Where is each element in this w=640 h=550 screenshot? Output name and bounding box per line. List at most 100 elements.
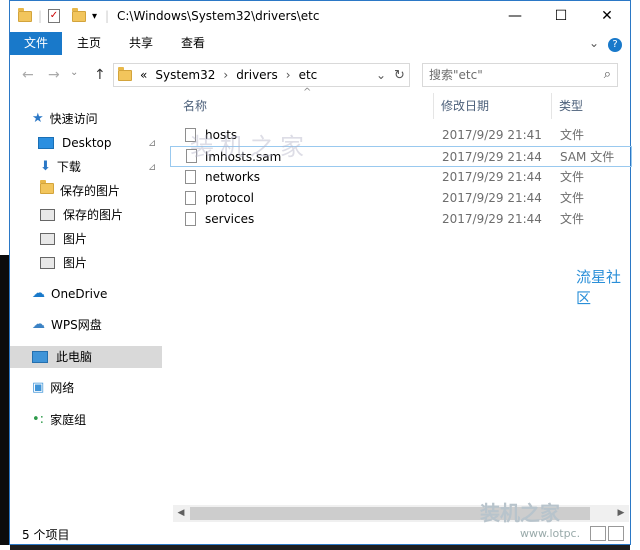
pin-icon[interactable]: ⊿ bbox=[148, 162, 156, 173]
tab-file[interactable]: 文件 bbox=[10, 32, 62, 55]
sort-indicator-icon: ^ bbox=[303, 87, 312, 98]
search-input[interactable]: 搜索"etc" ⌕ bbox=[422, 63, 618, 87]
navigation-pane: ★ 快速访问 Desktop ⊿ ⬇ 下载 ⊿ 保存的图片 保存的图片 图片 图片 … bbox=[10, 93, 162, 511]
minimize-button[interactable]: — bbox=[492, 1, 538, 32]
cloud-icon: ☁ bbox=[32, 286, 45, 301]
pin-icon[interactable]: ⊿ bbox=[148, 138, 156, 149]
homegroup-icon: •: bbox=[32, 412, 45, 427]
ribbon-expand-icon[interactable]: ⌄ bbox=[586, 32, 602, 55]
breadcrumb-overflow[interactable]: « bbox=[140, 68, 147, 82]
address-bar[interactable]: « System32 › drivers › etc ⌄ ↻ bbox=[113, 63, 410, 87]
details-view-icon[interactable] bbox=[590, 526, 606, 541]
file-date: 2017/9/29 21:44 bbox=[442, 212, 542, 226]
file-row[interactable]: services 2017/9/29 21:44 文件 bbox=[170, 209, 632, 230]
file-name: services bbox=[205, 212, 255, 226]
computer-icon bbox=[32, 351, 48, 363]
background-right-edge bbox=[630, 0, 640, 550]
file-type: 文件 bbox=[560, 191, 585, 205]
window-title: C:\Windows\System32\drivers\etc bbox=[117, 9, 320, 23]
maximize-button[interactable]: ☐ bbox=[538, 1, 584, 32]
image-folder-icon bbox=[40, 257, 55, 269]
sidebar-item-pictures[interactable]: 图片 bbox=[40, 228, 87, 250]
file-type: SAM 文件 bbox=[560, 150, 615, 164]
horizontal-scrollbar[interactable]: ◀ ▶ bbox=[173, 505, 629, 522]
file-icon bbox=[185, 170, 196, 184]
new-folder-icon[interactable] bbox=[72, 7, 86, 24]
search-icon[interactable]: ⌕ bbox=[604, 64, 611, 86]
file-date: 2017/9/29 21:44 bbox=[442, 191, 542, 205]
toolbar-divider: | bbox=[38, 9, 43, 23]
sidebar-item-saved-pictures[interactable]: 保存的图片 bbox=[40, 180, 120, 202]
forward-arrow-icon[interactable]: → bbox=[48, 67, 60, 83]
item-count: 5 个项目 bbox=[22, 528, 70, 542]
ribbon-tabs: 文件 主页 共享 查看 ⌄ ? bbox=[10, 32, 630, 55]
file-date: 2017/9/29 21:41 bbox=[442, 128, 542, 142]
file-type: 文件 bbox=[560, 212, 585, 226]
sidebar-item-pictures-2[interactable]: 图片 bbox=[40, 252, 87, 274]
file-type: 文件 bbox=[560, 170, 585, 184]
file-date: 2017/9/29 21:44 bbox=[442, 170, 542, 184]
title-bar: | ✓ ▾ | C:\Windows\System32\drivers\etc … bbox=[10, 1, 630, 32]
sidebar-item-wps-drive[interactable]: ☁ WPS网盘 bbox=[32, 314, 102, 336]
watermark: 装机之家 bbox=[190, 133, 310, 161]
column-divider[interactable] bbox=[551, 93, 552, 119]
properties-icon[interactable]: ✓ bbox=[48, 8, 60, 24]
sidebar-item-downloads[interactable]: ⬇ 下载 bbox=[40, 156, 81, 178]
toolbar-divider: | bbox=[105, 9, 110, 23]
file-name: networks bbox=[205, 170, 260, 184]
customize-quick-access-icon[interactable]: ▾ bbox=[92, 8, 97, 24]
breadcrumb-separator[interactable]: › bbox=[286, 68, 291, 82]
recent-locations-icon[interactable]: ⌄ bbox=[70, 67, 78, 78]
sidebar-item-saved-pictures-2[interactable]: 保存的图片 bbox=[40, 204, 123, 226]
search-placeholder: 搜索"etc" bbox=[429, 68, 483, 82]
address-dropdown-icon[interactable]: ⌄ bbox=[376, 68, 386, 82]
sidebar-item-network[interactable]: ▣ 网络 bbox=[32, 377, 74, 399]
desktop-icon bbox=[38, 137, 54, 149]
file-icon bbox=[185, 191, 196, 205]
back-arrow-icon[interactable]: ← bbox=[22, 67, 34, 83]
watermark: 流星社区 bbox=[576, 268, 622, 307]
sidebar-item-desktop[interactable]: Desktop bbox=[38, 132, 112, 154]
folder-icon bbox=[40, 180, 54, 202]
sidebar-item-homegroup[interactable]: •: 家庭组 bbox=[32, 409, 86, 431]
file-row[interactable]: networks 2017/9/29 21:44 文件 bbox=[170, 167, 632, 188]
watermark-logo: 装机之家 bbox=[480, 501, 560, 525]
image-folder-icon bbox=[40, 233, 55, 245]
watermark-url: www.lotpc. bbox=[520, 527, 581, 540]
column-header-date[interactable]: 修改日期 bbox=[441, 93, 489, 119]
scroll-left-icon[interactable]: ◀ bbox=[173, 505, 189, 522]
file-list: ^ 名称 修改日期 类型 hosts 2017/9/29 21:41 文件 lm… bbox=[170, 87, 632, 511]
scroll-right-icon[interactable]: ▶ bbox=[613, 505, 629, 522]
column-header-name[interactable]: 名称 bbox=[183, 93, 207, 119]
tab-view[interactable]: 查看 bbox=[176, 32, 210, 55]
column-divider[interactable] bbox=[433, 93, 434, 119]
large-icons-view-icon[interactable] bbox=[608, 526, 624, 541]
column-header-type[interactable]: 类型 bbox=[559, 93, 583, 119]
refresh-icon[interactable]: ↻ bbox=[394, 68, 405, 83]
explorer-window: | ✓ ▾ | C:\Windows\System32\drivers\etc … bbox=[9, 0, 632, 545]
up-arrow-icon[interactable]: ↑ bbox=[94, 67, 106, 83]
file-type: 文件 bbox=[560, 128, 585, 142]
breadcrumb-etc[interactable]: etc bbox=[299, 68, 318, 82]
help-icon[interactable]: ? bbox=[607, 32, 623, 55]
network-icon: ▣ bbox=[32, 380, 45, 395]
breadcrumb-separator[interactable]: › bbox=[223, 68, 228, 82]
cloud-outline-icon: ☁ bbox=[32, 317, 45, 332]
file-date: 2017/9/29 21:44 bbox=[442, 150, 542, 164]
navigation-bar: ← → ⌄ ↑ « System32 › drivers › etc ⌄ ↻ 搜… bbox=[10, 55, 630, 93]
folder-icon bbox=[118, 66, 132, 81]
sidebar-item-quick-access[interactable]: ★ 快速访问 bbox=[32, 108, 98, 130]
star-icon: ★ bbox=[32, 111, 44, 126]
file-row[interactable]: protocol 2017/9/29 21:44 文件 bbox=[170, 188, 632, 209]
file-icon bbox=[185, 212, 196, 226]
folder-icon bbox=[18, 7, 32, 24]
download-icon: ⬇ bbox=[40, 159, 51, 174]
sidebar-item-onedrive[interactable]: ☁ OneDrive bbox=[32, 283, 107, 305]
breadcrumb-system32[interactable]: System32 bbox=[155, 68, 215, 82]
sidebar-item-this-pc[interactable]: 此电脑 bbox=[10, 346, 162, 368]
tab-share[interactable]: 共享 bbox=[124, 32, 158, 55]
breadcrumb-drivers[interactable]: drivers bbox=[236, 68, 278, 82]
tab-home[interactable]: 主页 bbox=[72, 32, 106, 55]
file-name: protocol bbox=[205, 191, 254, 205]
close-button[interactable]: ✕ bbox=[584, 1, 630, 32]
